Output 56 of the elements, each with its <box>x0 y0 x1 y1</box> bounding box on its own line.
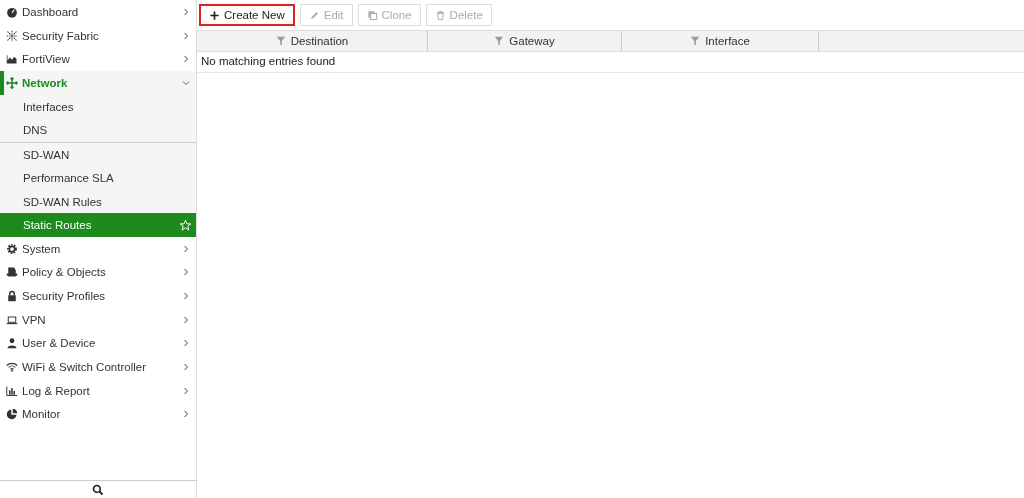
column-header[interactable]: Interface <box>622 31 819 51</box>
submenu-item[interactable]: Static Routes <box>0 213 196 237</box>
menu-item[interactable]: System <box>0 236 196 261</box>
star-icon[interactable] <box>179 218 192 232</box>
filter-icon[interactable] <box>690 36 701 46</box>
chevron-right-icon <box>182 31 190 40</box>
chevron-right-icon <box>182 315 190 324</box>
submenu-item[interactable]: SD-WAN <box>0 142 196 167</box>
menu-item[interactable]: VPN <box>0 307 196 332</box>
menu-item[interactable]: WiFi & Switch Controller <box>0 355 196 379</box>
chevron-down-icon <box>182 78 190 87</box>
menu-item[interactable]: Monitor <box>0 402 196 427</box>
lock-icon <box>6 289 18 302</box>
chevron-right-icon <box>182 386 190 395</box>
gear-icon <box>6 242 18 255</box>
menu-item[interactable]: Dashboard <box>0 0 196 24</box>
column-header[interactable]: Gateway <box>428 31 622 51</box>
chevron-right-icon <box>182 7 190 16</box>
document-icon <box>6 266 18 279</box>
laptop-icon <box>6 313 18 326</box>
menu-item[interactable]: Log & Report <box>0 378 196 403</box>
chevron-right-icon <box>182 291 190 300</box>
chevron-right-icon <box>182 244 190 253</box>
menu-item[interactable]: User & Device <box>0 331 196 356</box>
trash-icon <box>434 9 446 21</box>
filter-icon[interactable] <box>275 36 286 46</box>
area-chart-icon <box>6 53 18 66</box>
bar-chart-icon <box>6 384 18 397</box>
submenu-item[interactable]: Performance SLA <box>0 166 196 190</box>
chevron-right-icon <box>182 55 190 64</box>
pie-chart-icon <box>6 408 18 421</box>
submenu-item[interactable]: DNS <box>0 118 196 142</box>
plus-icon <box>209 9 220 21</box>
chevron-right-icon <box>182 410 190 419</box>
wifi-icon <box>6 361 18 374</box>
user-icon <box>6 337 18 350</box>
menu-item[interactable]: FortiView <box>0 47 196 72</box>
pencil-icon <box>308 9 320 21</box>
chevron-right-icon <box>182 268 190 277</box>
menu-item[interactable]: Security Profiles <box>0 284 196 308</box>
copy-icon <box>366 9 378 21</box>
gauge-icon <box>6 5 18 18</box>
chevron-right-icon <box>182 339 190 348</box>
toolbar-button[interactable]: Create New <box>199 4 295 26</box>
submenu-item[interactable]: SD-WAN Rules <box>0 189 196 214</box>
chevron-right-icon <box>182 363 190 372</box>
search-icon[interactable] <box>92 483 104 496</box>
empty-table-message: No matching entries found <box>197 52 1024 73</box>
column-header[interactable]: Destination <box>197 31 428 51</box>
submenu-item[interactable]: Interfaces <box>0 94 196 119</box>
menu-item[interactable]: Security Fabric <box>0 23 196 48</box>
menu-item[interactable]: Policy & Objects <box>0 260 196 285</box>
menu-item[interactable]: Network <box>0 71 196 95</box>
star-burst-icon <box>6 29 18 42</box>
filter-icon[interactable] <box>494 36 505 46</box>
arrows-cross-icon <box>6 76 18 89</box>
